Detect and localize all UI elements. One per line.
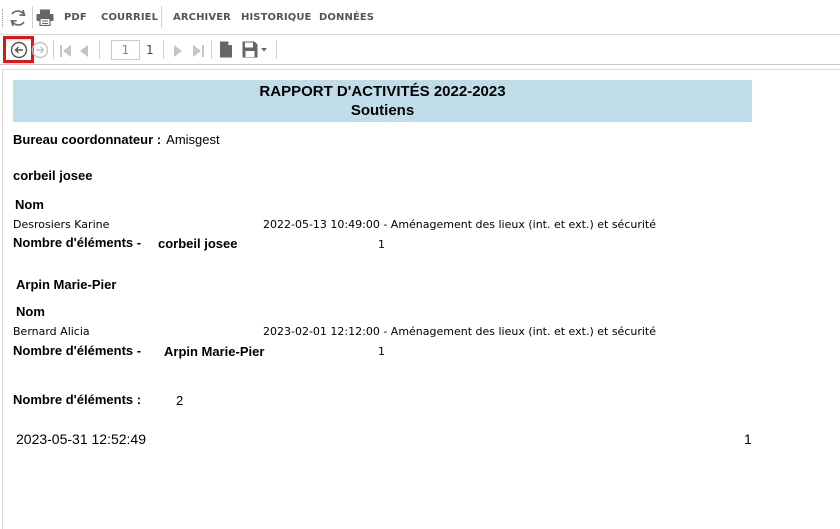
page-icon[interactable] (219, 41, 233, 62)
report-title: RAPPORT D'ACTIVITÉS 2022-2023 (259, 83, 506, 100)
total-count-label: Nombre d'éléments : (13, 392, 142, 407)
group-count-value: 1 (378, 345, 385, 358)
pdf-button[interactable]: PDF (64, 12, 87, 23)
row-name: Desrosiers Karine (13, 218, 110, 231)
history-button[interactable]: HISTORIQUE (241, 12, 312, 23)
toolbar-separator (32, 6, 33, 28)
save-icon[interactable] (242, 41, 268, 62)
report-subtitle: Soutiens (350, 102, 415, 119)
toolbar-separator (163, 40, 164, 59)
next-page-icon[interactable] (172, 43, 184, 62)
row-detail: 2023-02-01 12:12:00 - Aménagement des li… (263, 325, 656, 338)
total-count-value: 2 (176, 393, 184, 408)
refresh-icon[interactable] (8, 8, 28, 32)
toolbar-separator (276, 40, 277, 59)
printer-icon[interactable] (36, 9, 54, 30)
forward-circle-icon[interactable] (31, 41, 49, 63)
previous-page-icon[interactable] (78, 43, 90, 62)
toolbar-separator (161, 6, 162, 28)
toolbar-grip (2, 9, 4, 27)
email-button[interactable]: COURRIEL (101, 12, 158, 23)
toolbar-separator (211, 40, 212, 59)
group-count-name: corbeil josee (158, 236, 238, 251)
column-header-nom: Nom (16, 304, 45, 319)
bureau-value: Amisgest (166, 132, 220, 147)
row-detail: 2022-05-13 10:49:00 - Aménagement des li… (263, 218, 656, 231)
navigation-toolbar: 1 1 (0, 35, 840, 65)
group-count-name: Arpin Marie-Pier (164, 344, 265, 359)
first-page-icon[interactable] (59, 43, 73, 62)
row-name: Bernard Alicia (13, 325, 90, 338)
footer-date: 2023-05-31 12:52:49 (16, 431, 146, 447)
archive-button[interactable]: ARCHIVER (173, 12, 231, 23)
group-count-value: 1 (378, 238, 385, 251)
report-banner: RAPPORT D'ACTIVITÉS 2022-2023 Soutiens (13, 80, 752, 122)
group-count-label: Nombre d'éléments - (13, 343, 142, 358)
page-number-input[interactable]: 1 (111, 40, 140, 60)
toolbar-separator (99, 40, 100, 59)
group-header: Arpin Marie-Pier (16, 277, 117, 292)
column-header-nom: Nom (15, 197, 44, 212)
total-pages: 1 (146, 43, 154, 57)
group-count-label: Nombre d'éléments - (13, 235, 142, 250)
main-toolbar: PDF COURRIEL ARCHIVER HISTORIQUE DONNÉES (0, 0, 840, 35)
back-circle-icon[interactable] (10, 41, 28, 63)
bureau-line: Bureau coordonnateur : Amisgest (13, 129, 220, 148)
data-button[interactable]: DONNÉES (319, 12, 374, 23)
toolbar-separator (53, 40, 54, 59)
last-page-icon[interactable] (191, 43, 205, 62)
group-header: corbeil josee (13, 168, 93, 183)
footer-page-number: 1 (744, 431, 752, 447)
bureau-label: Bureau coordonnateur : (13, 132, 162, 147)
